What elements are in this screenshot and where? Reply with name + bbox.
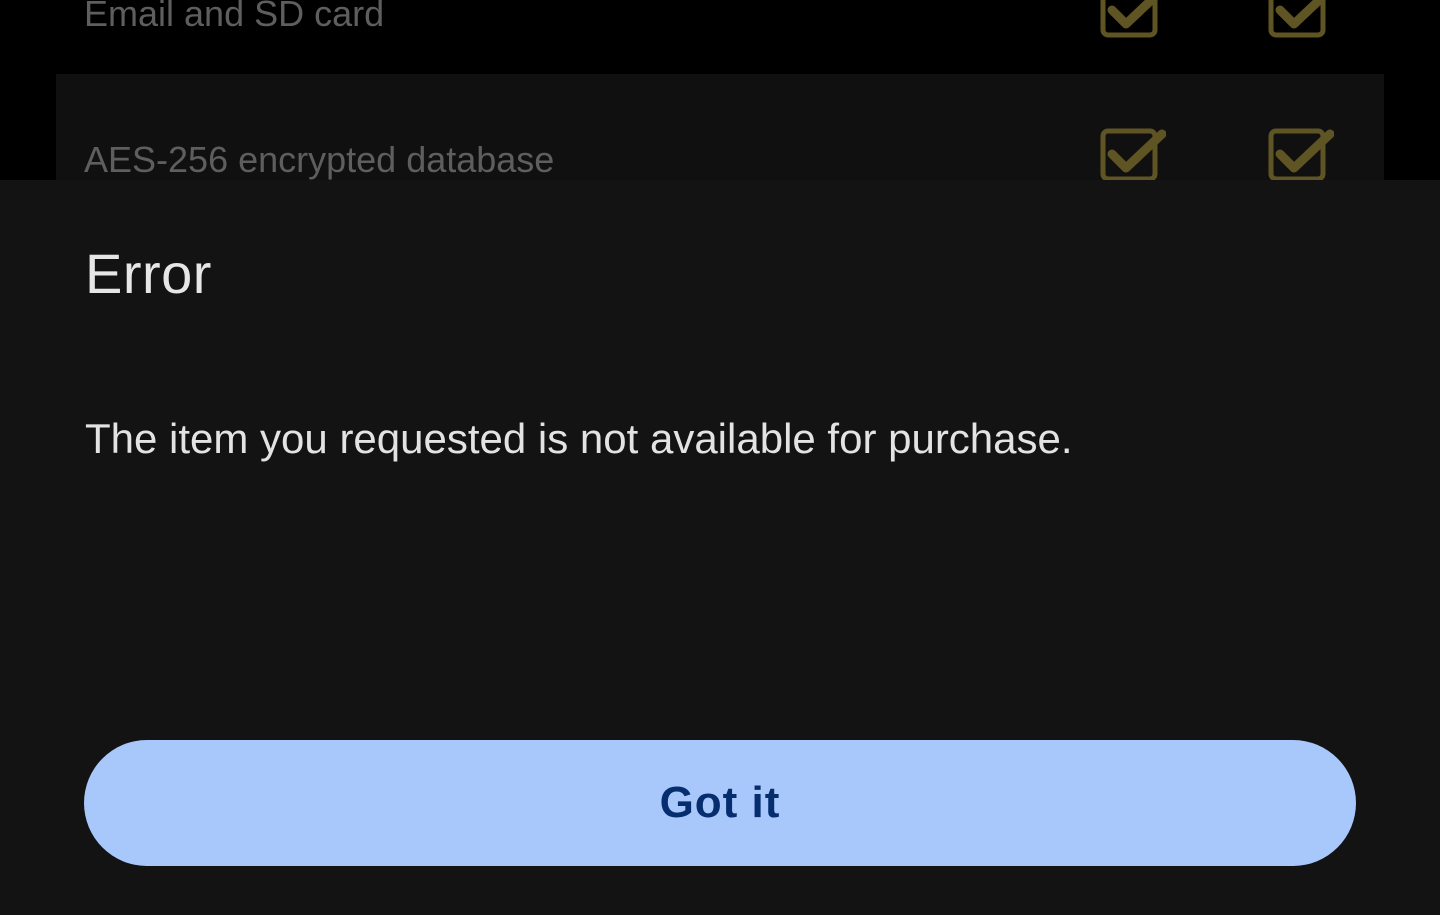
feature-row-label: Email and SD card [84, 0, 385, 34]
background-feature-list: Email and SD card AES-256 encrypted data… [0, 0, 1440, 180]
checkbox-checked-icon [1268, 0, 1326, 38]
feature-row: Email and SD card [56, 0, 1384, 74]
checkbox-checked-icon [1100, 0, 1158, 38]
screen: Email and SD card AES-256 encrypted data… [0, 0, 1440, 915]
checkbox-checked-icon [1100, 128, 1166, 180]
error-bottom-sheet: Error The item you requested is not avai… [0, 180, 1440, 915]
feature-row-label: AES-256 encrypted database [84, 139, 555, 180]
feature-row: AES-256 encrypted database [56, 74, 1384, 180]
got-it-button[interactable]: Got it [84, 740, 1356, 866]
checkbox-checked-icon [1268, 128, 1334, 180]
dialog-message: The item you requested is not available … [85, 415, 1073, 462]
dialog-title: Error [85, 242, 212, 305]
